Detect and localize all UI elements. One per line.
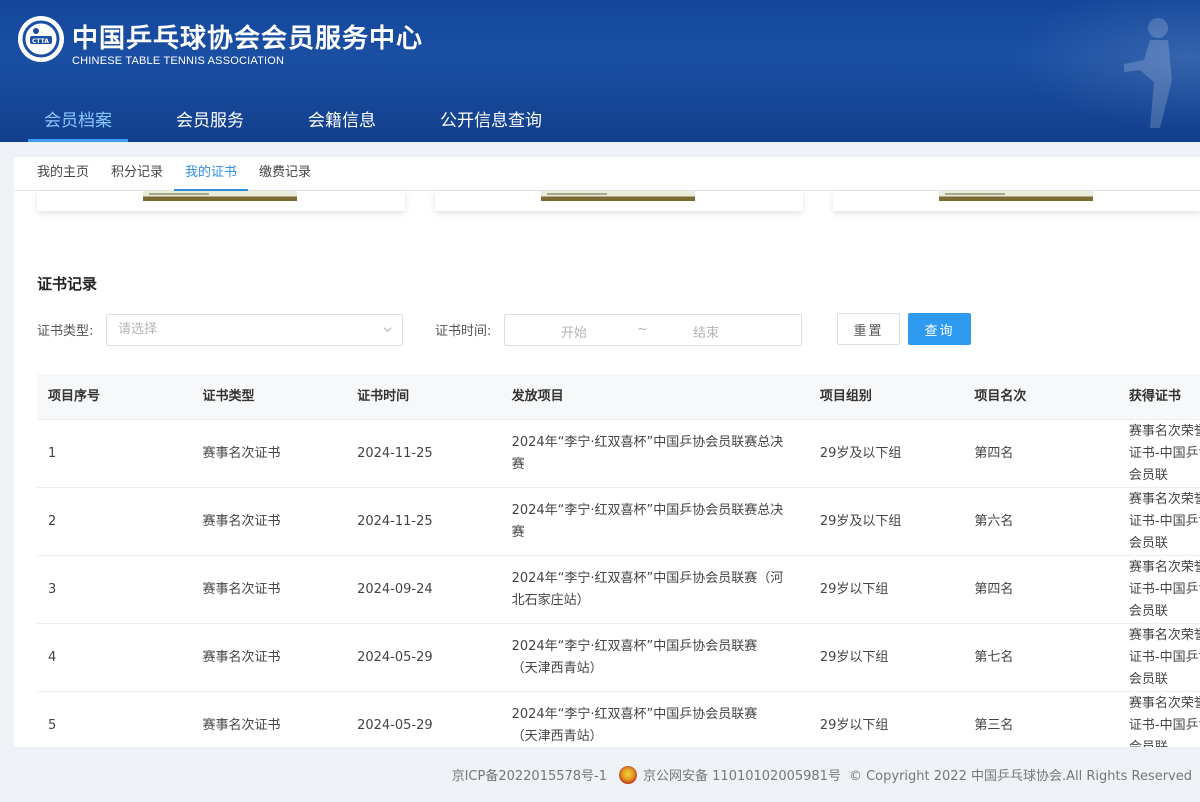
cell-event: 2024年“李宁·红双喜杯”中国乒协会员联赛（河北石家庄站）: [511, 570, 784, 608]
site-subtitle: CHINESE TABLE TENNIS ASSOCIATION: [72, 55, 285, 67]
col-header-group: 项目组别: [819, 388, 872, 404]
cell-group: 29岁及以下组: [819, 513, 902, 529]
cell-certificate[interactable]: 赛事名次荣誉证书-中国乒协会员联: [1118, 489, 1200, 555]
cttа-logo-icon[interactable]: CTTA: [18, 16, 64, 62]
cell-index: 3: [48, 581, 57, 597]
cell-rank: 第六名: [974, 513, 1014, 529]
table-row[interactable]: 2 赛事名次证书 2024-11-25 2024年“李宁·红双喜杯”中国乒协会员…: [37, 488, 1200, 556]
table-row[interactable]: 4 赛事名次证书 2024-05-29 2024年“李宁·红双喜杯”中国乒协会员…: [37, 624, 1200, 692]
nav-member-archive[interactable]: 会员档案: [28, 100, 128, 142]
sub-nav: 我的主页 积分记录 我的证书 缴费记录: [14, 157, 1200, 191]
cert-time-label: 证书时间:: [435, 324, 492, 339]
cell-cert-type: 赛事名次证书: [202, 513, 281, 529]
cell-group: 29岁以下组: [819, 718, 889, 733]
certificate-table: 项目序号 证书类型 证书时间 发放项目 项目组别 项目名次 获得证书 1 赛事名…: [37, 374, 1200, 747]
cell-cert-type: 赛事名次证书: [202, 649, 281, 665]
cell-group: 29岁以下组: [819, 581, 889, 597]
cell-index: 1: [48, 445, 57, 461]
tab-my-home[interactable]: 我的主页: [26, 157, 100, 190]
cell-group: 29岁及以下组: [819, 445, 902, 461]
cell-certificate[interactable]: 赛事名次荣誉证书-中国乒协会员联: [1118, 421, 1200, 487]
range-separator: ~: [637, 322, 648, 337]
cell-cert-time: 2024-05-29: [357, 649, 433, 665]
cell-cert-time: 2024-09-24: [357, 581, 433, 597]
paddle-logo-icon: CTTA: [22, 20, 60, 58]
tab-my-certificates[interactable]: 我的证书: [174, 157, 249, 191]
table-row[interactable]: 1 赛事名次证书 2024-11-25 2024年“李宁·红双喜杯”中国乒协会员…: [37, 420, 1200, 488]
content-card: 我的主页 积分记录 我的证书 缴费记录 证书记录 证书类型: 请选择 证书时间:…: [14, 157, 1200, 747]
cell-cert-time: 2024-11-25: [357, 513, 433, 529]
cert-type-select[interactable]: 请选择: [106, 314, 403, 346]
query-button[interactable]: 查询: [908, 313, 971, 345]
cert-date-range[interactable]: 开始 ~ 结束: [504, 314, 802, 346]
cell-index: 4: [48, 649, 57, 665]
cell-certificate[interactable]: 赛事名次荣誉证书-中国乒协会员联: [1118, 693, 1200, 747]
certificate-image: [143, 191, 297, 201]
cell-group: 29岁以下组: [819, 649, 889, 665]
col-header-certificate: 获得证书: [1128, 388, 1181, 404]
certificate-card[interactable]: [833, 191, 1200, 211]
cert-type-label: 证书类型:: [37, 324, 94, 339]
cell-cert-time: 2024-11-25: [357, 445, 433, 461]
reset-button[interactable]: 重置: [837, 313, 900, 345]
chevron-down-icon: [383, 327, 392, 333]
cell-certificate[interactable]: 赛事名次荣誉证书-中国乒协会员联: [1118, 557, 1200, 623]
start-date-input[interactable]: 开始: [561, 322, 587, 341]
icp-link[interactable]: 京ICP备2022015578号-1: [452, 765, 607, 784]
certificate-card[interactable]: [435, 191, 803, 211]
nav-member-service[interactable]: 会员服务: [160, 100, 260, 142]
nav-public-info-query[interactable]: 公开信息查询: [424, 100, 558, 142]
svg-text:CTTA: CTTA: [32, 38, 49, 45]
table-header: 项目序号 证书类型 证书时间 发放项目 项目组别 项目名次 获得证书: [37, 374, 1200, 420]
col-header-rank: 项目名次: [974, 388, 1027, 404]
cell-index: 2: [48, 513, 57, 529]
police-record-link[interactable]: 京公网安备 11010102005981号: [643, 765, 841, 784]
col-header-cert-time: 证书时间: [357, 388, 410, 404]
copyright-text: © Copyright 2022 中国乒乓球协会.All Rights Rese…: [848, 769, 1192, 784]
nav-membership-info[interactable]: 会籍信息: [292, 100, 392, 142]
player-silhouette-icon: [1124, 18, 1172, 128]
col-header-index: 项目序号: [48, 388, 101, 404]
col-header-event: 发放项目: [511, 388, 564, 404]
certificate-image: [541, 191, 695, 201]
cert-type-placeholder: 请选择: [118, 322, 158, 337]
cell-rank: 第四名: [974, 445, 1014, 461]
cell-certificate[interactable]: 赛事名次荣誉证书-中国乒协会员联: [1118, 625, 1200, 691]
cell-cert-time: 2024-05-29: [357, 718, 433, 733]
cell-event: 2024年“李宁·红双喜杯”中国乒协会员联赛 （天津西青站）: [511, 638, 758, 676]
certificate-image: [939, 191, 1093, 201]
site-footer: 京ICP备2022015578号-1 京公网安备 11010102005981号…: [452, 765, 1192, 784]
tab-payment-record[interactable]: 缴费记录: [248, 157, 322, 190]
tab-points-record[interactable]: 积分记录: [100, 157, 174, 190]
cell-rank: 第七名: [974, 649, 1014, 665]
table-row[interactable]: 3 赛事名次证书 2024-09-24 2024年“李宁·红双喜杯”中国乒协会员…: [37, 556, 1200, 624]
section-title: 证书记录: [37, 275, 98, 293]
col-header-cert-type: 证书类型: [202, 388, 255, 404]
cell-cert-type: 赛事名次证书: [202, 718, 281, 733]
site-title: 中国乒乓球协会会员服务中心: [72, 24, 424, 54]
cell-event: 2024年“李宁·红双喜杯”中国乒协会员联赛 （天津西青站）: [511, 707, 758, 744]
cell-index: 5: [48, 718, 57, 733]
cell-event: 2024年“李宁·红双喜杯”中国乒协会员联赛总决赛: [511, 502, 784, 540]
cell-rank: 第三名: [974, 718, 1014, 733]
cell-cert-type: 赛事名次证书: [202, 445, 281, 461]
end-date-input[interactable]: 结束: [693, 322, 719, 341]
cell-event: 2024年“李宁·红双喜杯”中国乒协会员联赛总决赛: [511, 434, 784, 472]
police-badge-icon: [619, 765, 638, 784]
site-header: CTTA 中国乒乓球协会会员服务中心 CHINESE TABLE TENNIS …: [0, 0, 1200, 142]
cell-cert-type: 赛事名次证书: [202, 581, 281, 597]
table-row[interactable]: 5 赛事名次证书 2024-05-29 2024年“李宁·红双喜杯”中国乒协会员…: [37, 692, 1200, 747]
main-nav: 会员档案 会员服务 会籍信息 公开信息查询: [28, 100, 590, 142]
cell-rank: 第四名: [974, 581, 1014, 597]
certificate-card[interactable]: [37, 191, 405, 211]
